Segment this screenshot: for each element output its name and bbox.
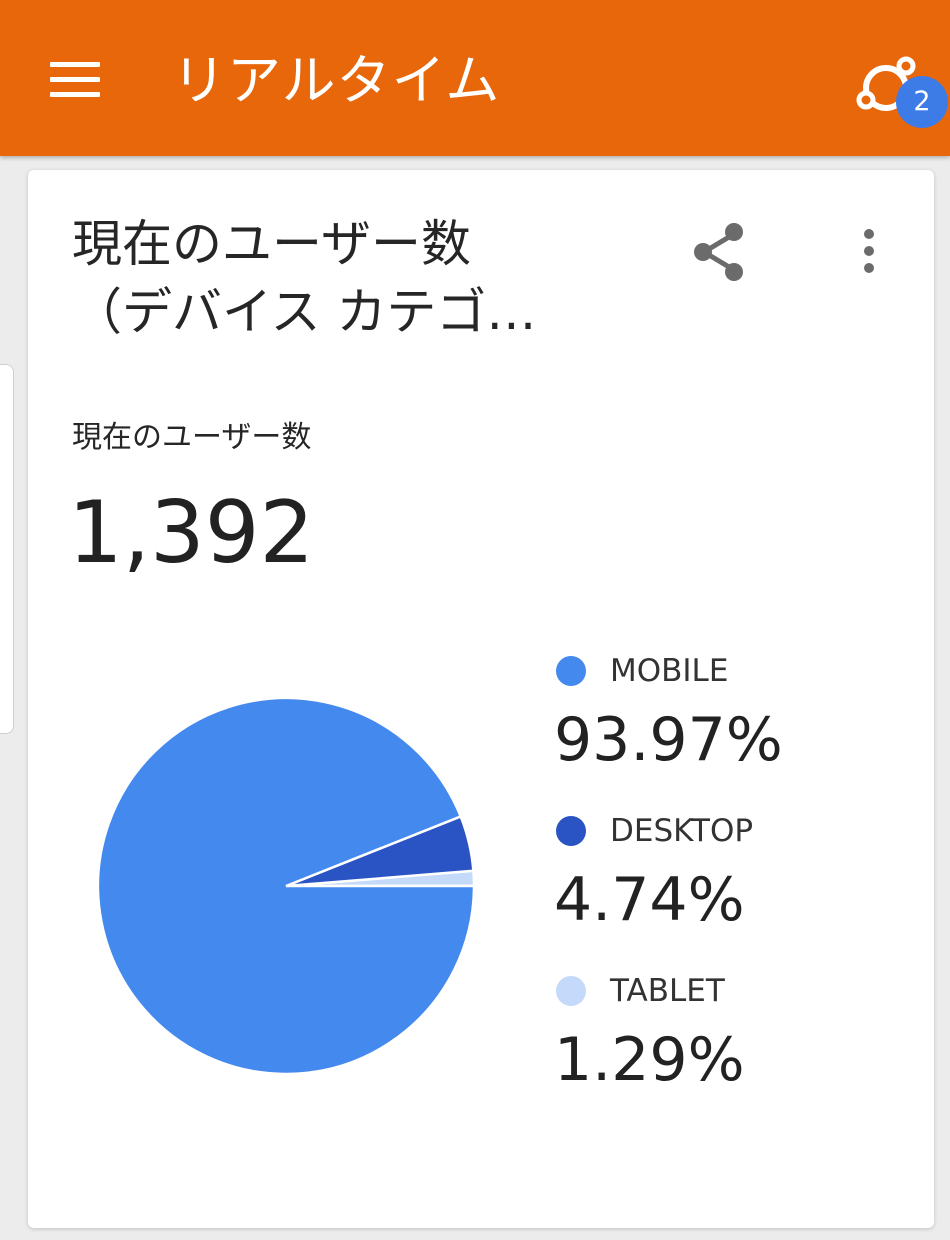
realtime-users-card: 現在のユーザー数 （デバイス カテゴ… 現在のユーザー数 1,392 MOBIL… — [28, 170, 934, 1228]
more-vert-icon — [864, 229, 874, 273]
device-category-pie-chart — [96, 696, 476, 1076]
card-title-line-1: 現在のユーザー数 — [72, 215, 471, 273]
share-button[interactable] — [690, 220, 750, 284]
more-options-button[interactable] — [854, 226, 884, 282]
legend-label-desktop: DESKTOP — [610, 813, 754, 849]
share-icon — [694, 223, 743, 281]
pie-slice-mobile — [96, 696, 476, 1076]
legend-value-tablet: 1.29% — [554, 1025, 745, 1095]
metric-value: 1,392 — [68, 483, 315, 583]
legend-label-mobile: MOBILE — [610, 653, 729, 689]
metric-label: 現在のユーザー数 — [72, 420, 312, 455]
legend-dot-mobile — [556, 656, 586, 686]
legend-label-tablet: TABLET — [610, 973, 725, 1009]
card-title-line-2: （デバイス カテゴ… — [72, 283, 537, 341]
notification-badge: 2 — [896, 76, 948, 128]
app-bar: リアルタイム 2 — [0, 0, 950, 156]
menu-icon[interactable] — [50, 62, 100, 98]
card-title: 現在のユーザー数 （デバイス カテゴ… — [72, 210, 652, 346]
app-title: リアルタイム — [172, 49, 501, 112]
side-drawer-handle[interactable] — [0, 364, 14, 734]
legend-dot-tablet — [556, 976, 586, 1006]
legend-value-desktop: 4.74% — [554, 865, 745, 935]
legend-dot-desktop — [556, 816, 586, 846]
legend-value-mobile: 93.97% — [554, 705, 783, 775]
